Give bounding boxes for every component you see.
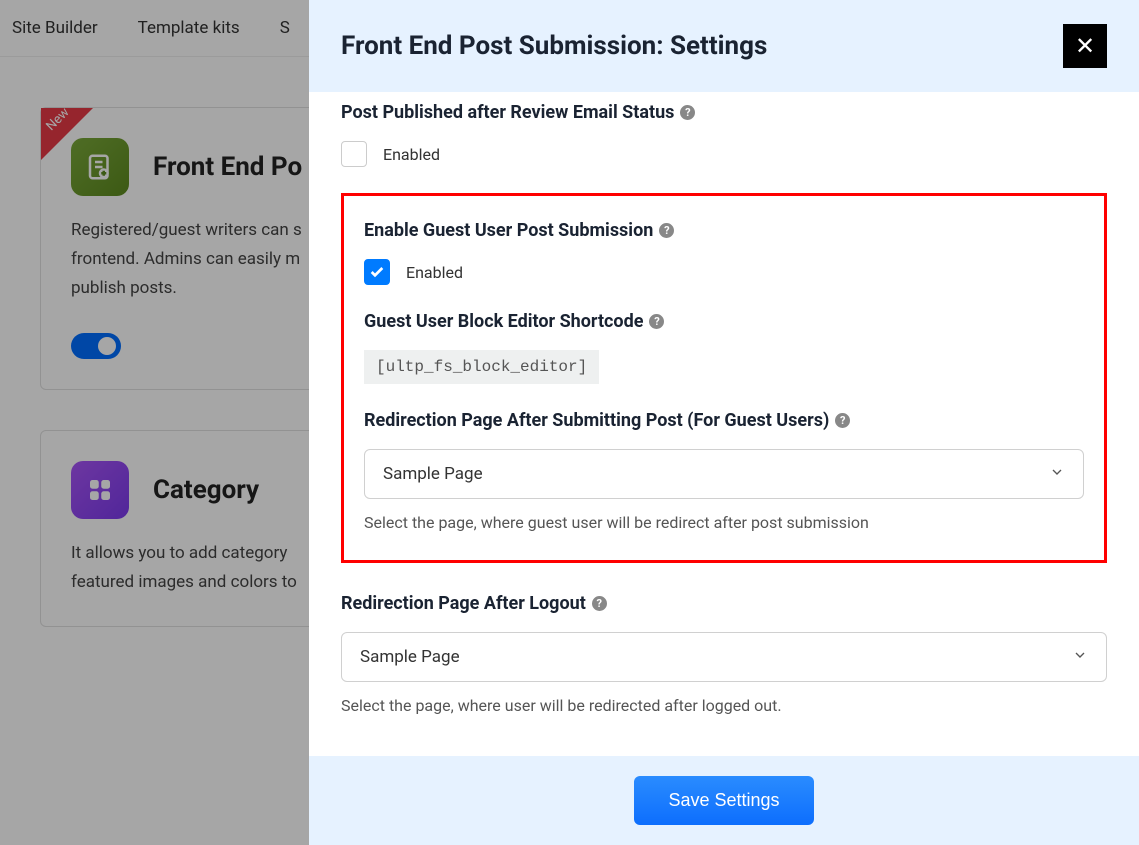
close-button[interactable]: ✕ [1063,24,1107,68]
section-title-text: Post Published after Review Email Status [341,102,674,123]
enabled-checkbox[interactable] [341,141,367,167]
enabled-checkbox[interactable] [364,259,390,285]
section-title: Redirection Page After Submitting Post (… [364,410,1084,431]
section-redirect-logout: Redirection Page After Logout ? Sample P… [341,593,1107,715]
help-icon[interactable]: ? [680,105,695,120]
save-settings-button[interactable]: Save Settings [634,776,813,825]
select-value: Sample Page [360,647,460,667]
help-icon[interactable]: ? [649,314,664,329]
modal-title: Front End Post Submission: Settings [341,31,767,61]
chevron-down-icon [1072,647,1088,667]
checkbox-label: Enabled [406,263,463,282]
close-icon: ✕ [1075,32,1095,60]
redirect-logout-select[interactable]: Sample Page [341,632,1107,682]
section-redirect-guest: Redirection Page After Submitting Post (… [364,410,1084,532]
chevron-down-icon [1049,464,1065,484]
help-icon[interactable]: ? [659,223,674,238]
section-title-text: Guest User Block Editor Shortcode [364,311,643,332]
section-title: Redirection Page After Logout ? [341,593,1107,614]
section-title: Guest User Block Editor Shortcode ? [364,311,1084,332]
section-published-email: Post Published after Review Email Status… [341,102,1107,167]
checkbox-label: Enabled [383,145,440,164]
modal-footer: Save Settings [309,756,1139,845]
section-title: Enable Guest User Post Submission ? [364,220,1084,241]
section-shortcode: Guest User Block Editor Shortcode ? [ult… [364,311,1084,384]
modal-body: Post Published after Review Email Status… [309,92,1139,756]
section-title-text: Enable Guest User Post Submission [364,220,653,241]
modal-header: Front End Post Submission: Settings ✕ [309,0,1139,92]
section-title: Post Published after Review Email Status… [341,102,1107,123]
select-value: Sample Page [383,464,483,484]
section-title-text: Redirection Page After Submitting Post (… [364,410,829,431]
help-icon[interactable]: ? [835,413,850,428]
shortcode-value[interactable]: [ultp_fs_block_editor] [364,350,599,384]
settings-modal: Front End Post Submission: Settings ✕ Po… [309,0,1139,845]
redirect-guest-select[interactable]: Sample Page [364,449,1084,499]
highlight-box: Enable Guest User Post Submission ? Enab… [341,193,1107,563]
section-guest-enable: Enable Guest User Post Submission ? Enab… [364,220,1084,285]
help-text: Select the page, where guest user will b… [364,513,1084,532]
help-icon[interactable]: ? [592,596,607,611]
help-text: Select the page, where user will be redi… [341,696,1107,715]
section-title-text: Redirection Page After Logout [341,593,586,614]
